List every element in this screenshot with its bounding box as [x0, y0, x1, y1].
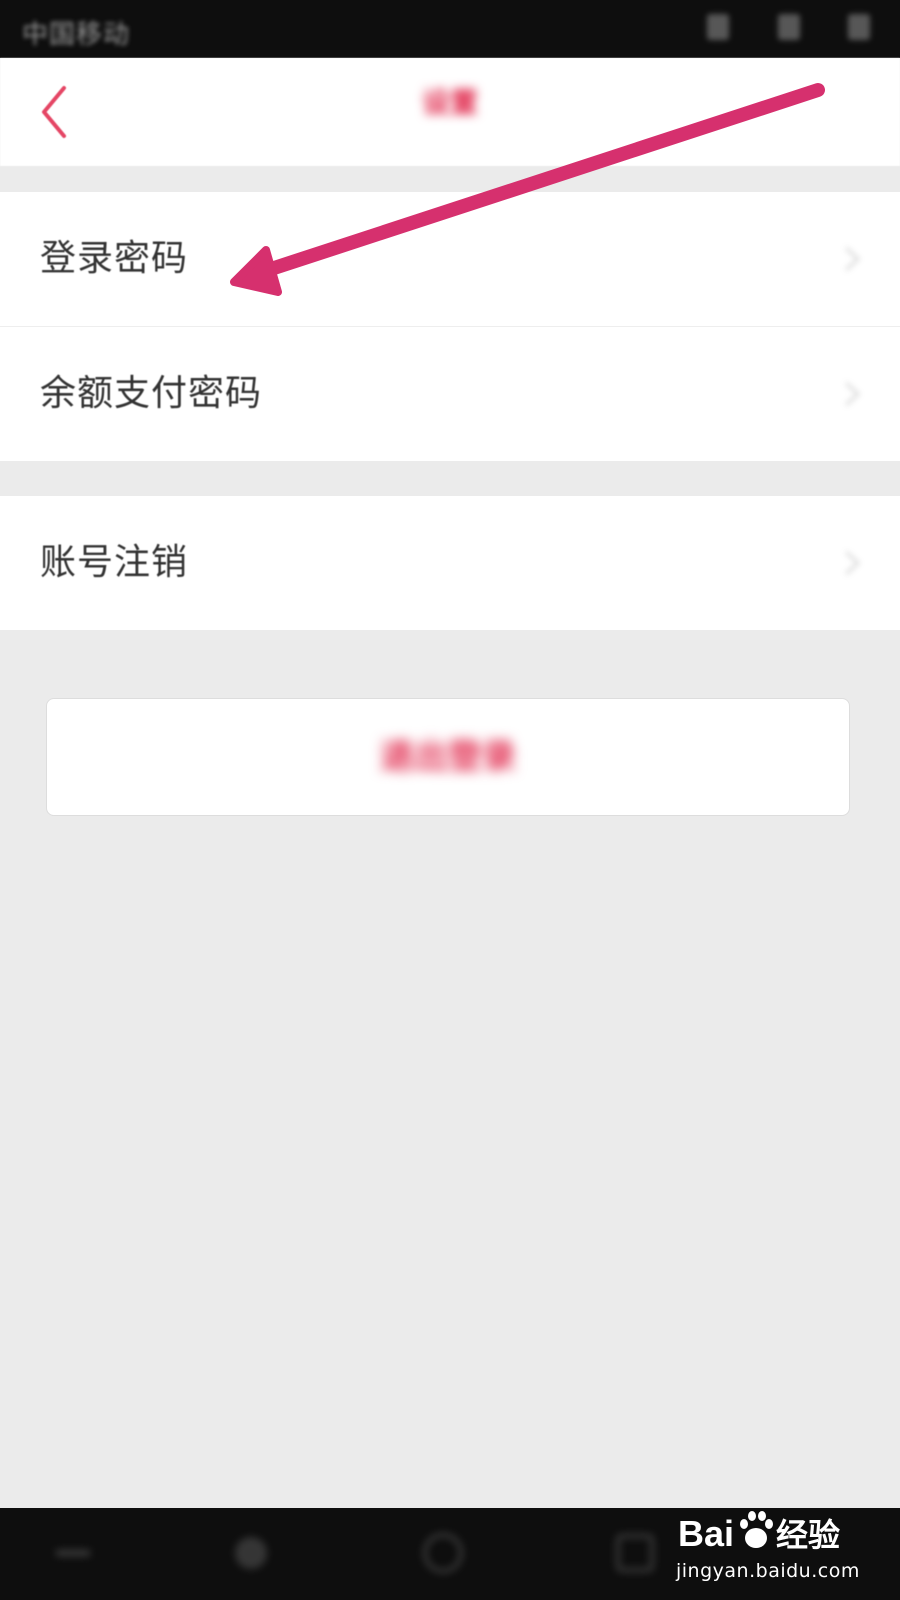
- logout-button[interactable]: 退出登录: [46, 698, 850, 816]
- baidu-jingyan-watermark: Bai 经验 jingyan.baidu.com: [676, 1504, 860, 1594]
- row-label: 余额支付密码: [40, 373, 263, 414]
- row-label: 账号注销: [40, 542, 189, 583]
- svg-text:Bai: Bai: [678, 1513, 734, 1554]
- status-bar: 中国移动: [0, 0, 900, 58]
- page-title: 设置: [421, 86, 478, 119]
- home-key-icon[interactable]: [420, 1530, 466, 1576]
- settings-row-account-cancellation[interactable]: 账号注销: [0, 496, 900, 630]
- watermark-url: jingyan.baidu.com: [676, 1560, 860, 1582]
- row-label: 登录密码: [40, 238, 189, 279]
- chevron-right-icon: [844, 246, 860, 272]
- baidu-jingyan-logo: Bai 经验: [678, 1511, 840, 1554]
- signal-icon: [707, 14, 730, 40]
- settings-row-login-password[interactable]: 登录密码: [0, 192, 900, 327]
- carrier-name: 中国移动: [22, 20, 131, 50]
- menu-key-icon[interactable]: [50, 1530, 96, 1576]
- back-key-icon[interactable]: [228, 1530, 274, 1576]
- svg-text:经验: 经验: [776, 1516, 840, 1554]
- settings-group-passwords: 登录密码 余额支付密码: [0, 192, 900, 461]
- chevron-right-icon: [844, 381, 860, 407]
- wifi-icon: [777, 14, 800, 40]
- status-icons: [667, 14, 870, 47]
- nav-bar: 设置: [0, 58, 900, 166]
- settings-group-account: 账号注销: [0, 496, 900, 630]
- logout-label: 退出登录: [380, 737, 516, 777]
- battery-icon: [848, 14, 870, 40]
- recent-apps-key-icon[interactable]: [612, 1530, 658, 1576]
- chevron-right-icon: [844, 550, 860, 576]
- settings-row-balance-payment-password[interactable]: 余额支付密码: [0, 327, 900, 461]
